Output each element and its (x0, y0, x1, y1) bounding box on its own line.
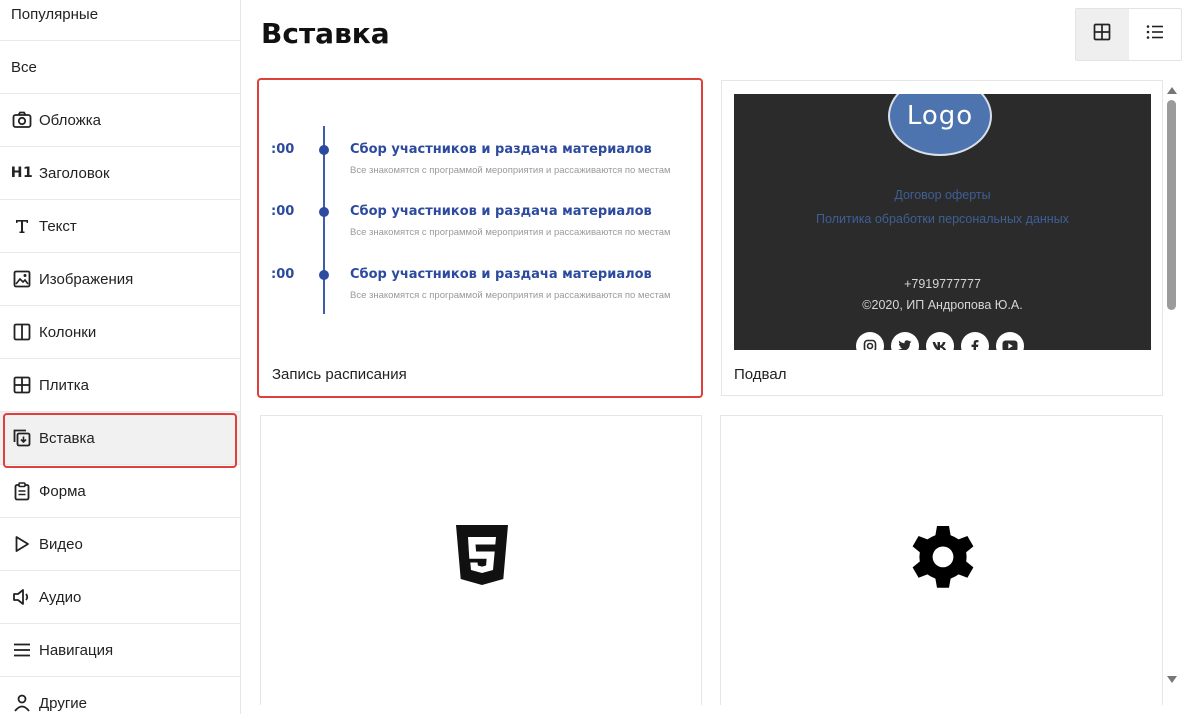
grid-view-icon (1093, 23, 1111, 46)
schedule-row: :00 Сбор участников и раздача материалов… (259, 267, 699, 307)
h1-icon: H1 (10, 165, 34, 181)
sidebar-item-other[interactable]: Другие (0, 677, 240, 714)
sidebar-item-popular[interactable]: Популярные (0, 0, 240, 41)
timeline-dot (319, 270, 329, 280)
sidebar-item-label: Вставка (39, 429, 95, 447)
schedule-row: :00 Сбор участников и раздача материалов… (259, 204, 699, 244)
block-card-html[interactable] (260, 415, 702, 705)
footer-preview: Logo Договор оферты Политика обработки п… (734, 94, 1151, 350)
youtube-icon (996, 332, 1024, 350)
sidebar-item-label: Популярные (11, 5, 99, 23)
sidebar-item-label: Видео (39, 535, 83, 553)
schedule-description: Все знакомятся с программой мероприятия … (350, 290, 671, 301)
schedule-time: :00 (271, 204, 295, 219)
block-card-schedule[interactable]: :00 Сбор участников и раздача материалов… (257, 78, 703, 398)
sidebar-item-video[interactable]: Видео (0, 518, 240, 571)
card-label: Подвал (734, 366, 787, 383)
speaker-icon (12, 587, 32, 607)
scroll-thumb[interactable] (1167, 100, 1176, 310)
sidebar-item-label: Все (11, 58, 37, 76)
twitter-icon (891, 332, 919, 350)
gear-icon (907, 520, 979, 599)
scrollbar[interactable] (1163, 80, 1182, 692)
page-title: Вставка (261, 17, 390, 50)
footer-phone: +7919777777 (904, 277, 981, 291)
timeline-dot (319, 145, 329, 155)
person-icon (12, 693, 32, 713)
sidebar-item-images[interactable]: Изображения (0, 253, 240, 306)
grid-icon (12, 375, 32, 395)
menu-icon (12, 640, 32, 660)
schedule-time: :00 (271, 142, 295, 157)
schedule-preview: :00 Сбор участников и раздача материалов… (259, 80, 699, 350)
sidebar-item-label: Другие (39, 694, 88, 712)
html5-icon (454, 524, 510, 595)
timeline-dot (319, 207, 329, 217)
vk-icon (926, 332, 954, 350)
sidebar-item-text[interactable]: Текст (0, 200, 240, 253)
sidebar-item-heading[interactable]: H1 Заголовок (0, 147, 240, 200)
sidebar-item-cover[interactable]: Обложка (0, 94, 240, 147)
sidebar-item-label: Колонки (39, 323, 97, 341)
sidebar-item-all[interactable]: Все (0, 41, 240, 94)
block-card-custom[interactable] (720, 415, 1163, 705)
view-mode-toggle (1075, 8, 1182, 61)
social-icons (856, 332, 1024, 350)
schedule-title: Сбор участников и раздача материалов (350, 142, 652, 157)
grid-view-button[interactable] (1076, 9, 1129, 60)
schedule-title: Сбор участников и раздача материалов (350, 204, 652, 219)
camera-icon (12, 110, 32, 130)
sidebar-item-tiles[interactable]: Плитка (0, 359, 240, 412)
sidebar-item-columns[interactable]: Колонки (0, 306, 240, 359)
sidebar-item-form[interactable]: Форма (0, 465, 240, 518)
schedule-row: :00 Сбор участников и раздача материалов… (259, 142, 699, 182)
footer-link: Политика обработки персональных данных (816, 212, 1069, 226)
logo-placeholder: Logo (888, 94, 992, 156)
footer-copyright: ©2020, ИП Андропова Ю.А. (862, 298, 1023, 312)
schedule-title: Сбор участников и раздача материалов (350, 267, 652, 282)
sidebar-item-label: Заголовок (39, 164, 110, 182)
instagram-icon (856, 332, 884, 350)
sidebar-item-label: Навигация (39, 641, 114, 659)
sidebar-item-label: Обложка (39, 111, 101, 129)
image-icon (12, 269, 32, 289)
sidebar-item-label: Аудио (39, 588, 82, 606)
footer-link: Договор оферты (894, 188, 991, 202)
list-view-icon (1146, 24, 1164, 45)
list-view-button[interactable] (1129, 9, 1182, 60)
sidebar-item-audio[interactable]: Аудио (0, 571, 240, 624)
card-label: Запись расписания (272, 366, 407, 383)
schedule-description: Все знакомятся с программой мероприятия … (350, 227, 671, 238)
sidebar-item-label: Форма (39, 482, 86, 500)
block-card-footer[interactable]: Logo Договор оферты Политика обработки п… (721, 80, 1163, 396)
sidebar-item-navigation[interactable]: Навигация (0, 624, 240, 677)
text-t-icon (12, 216, 32, 236)
schedule-description: Все знакомятся с программой мероприятия … (350, 165, 671, 176)
embed-icon (12, 428, 32, 448)
facebook-icon (961, 332, 989, 350)
scroll-down-arrow-icon[interactable] (1167, 676, 1177, 683)
sidebar-item-label: Текст (39, 217, 77, 235)
columns-icon (12, 322, 32, 342)
scroll-up-arrow-icon[interactable] (1167, 87, 1177, 94)
sidebar-item-label: Изображения (39, 270, 134, 288)
sidebar: Популярные Все Обложка H1 Заголовок Текс… (0, 0, 241, 714)
schedule-time: :00 (271, 267, 295, 282)
sidebar-item-embed[interactable]: Вставка (0, 412, 240, 465)
play-icon (12, 534, 32, 554)
sidebar-item-label: Плитка (39, 376, 90, 394)
form-clipboard-icon (12, 481, 32, 501)
